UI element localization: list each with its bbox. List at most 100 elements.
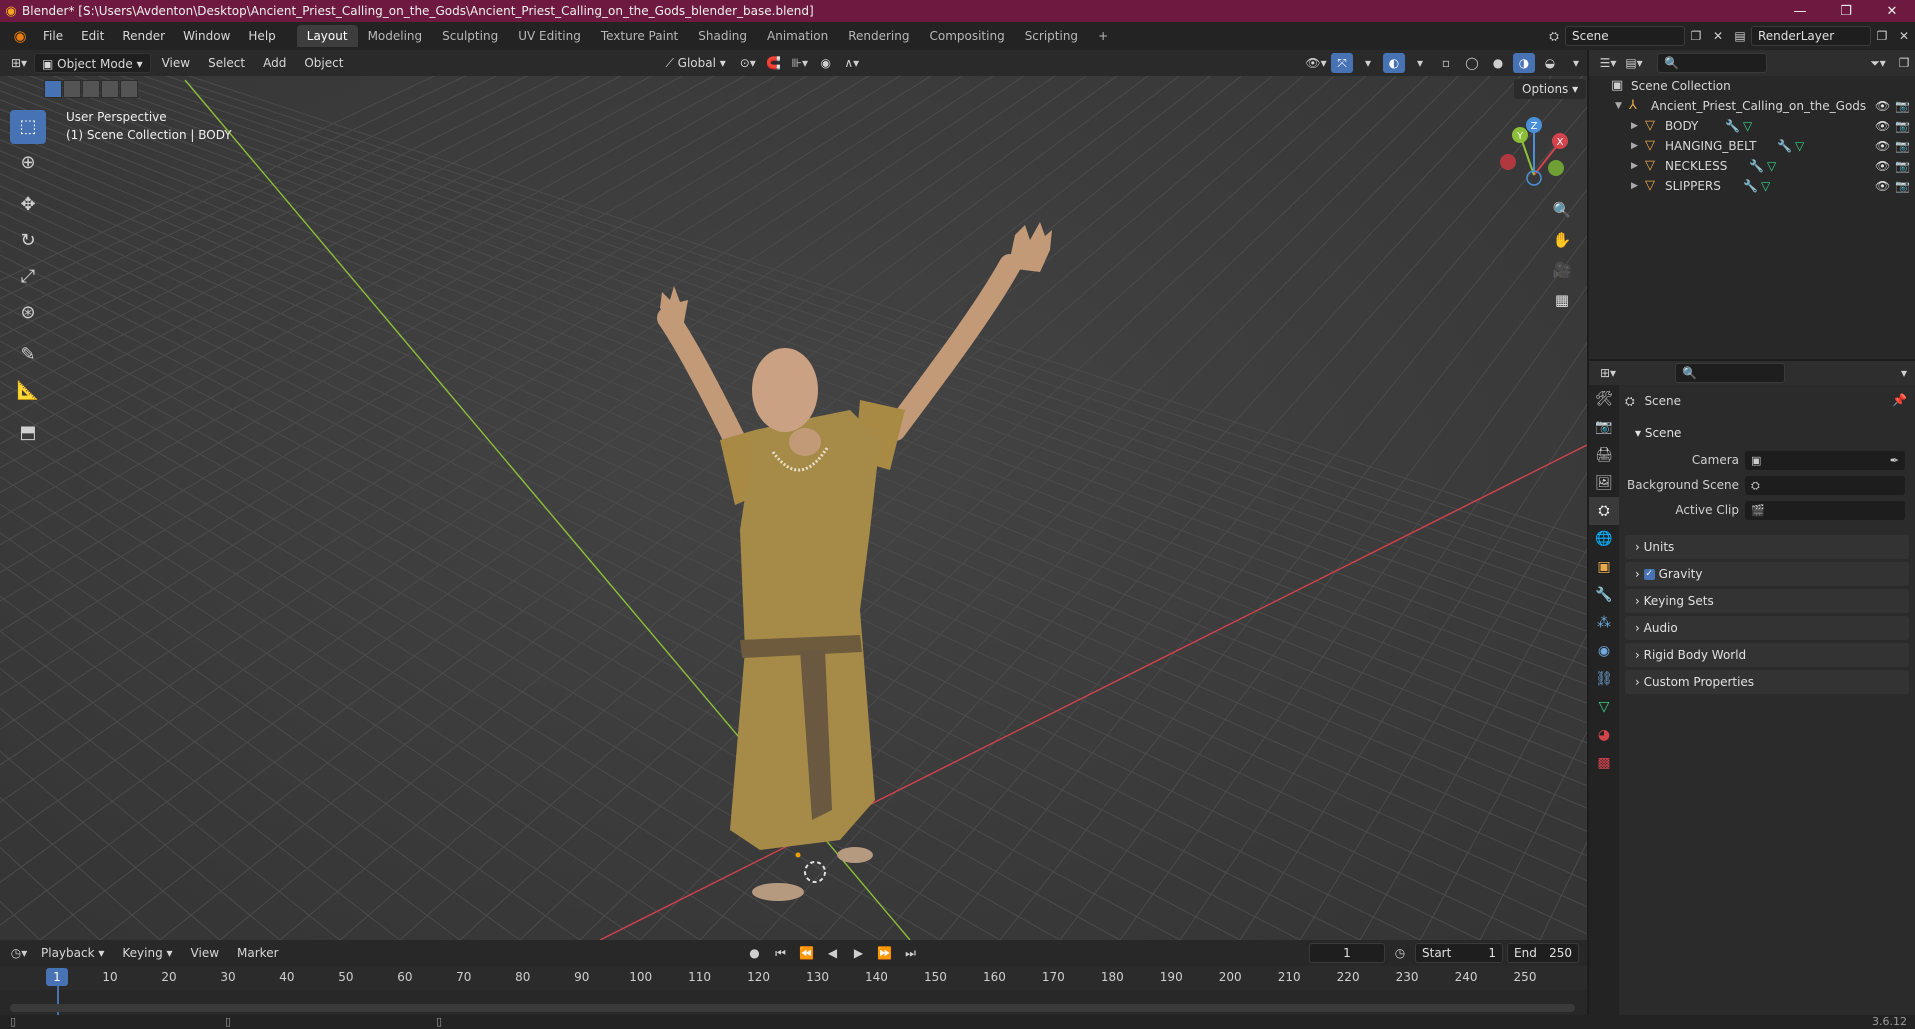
expand-arrow-icon[interactable]: ▶ xyxy=(1631,176,1638,196)
scene-panel-header[interactable]: ▾ Scene xyxy=(1625,421,1909,445)
expand-arrow-icon[interactable]: ▶ xyxy=(1631,136,1638,156)
rigid-body-world-panel-header[interactable]: › Rigid Body World xyxy=(1625,643,1909,667)
particles-tab-icon[interactable]: ⁂ xyxy=(1589,609,1619,637)
ortho-toggle-icon[interactable]: ▦ xyxy=(1548,286,1576,314)
jump-end-icon[interactable]: ⏭ xyxy=(900,943,922,963)
visibility-eye-icon[interactable]: 👁 xyxy=(1875,136,1890,156)
menu-timeline-view[interactable]: View xyxy=(184,943,226,963)
data-tab-icon[interactable]: ▽ xyxy=(1589,693,1619,721)
options-button[interactable]: Options ▾ xyxy=(1514,79,1587,99)
falloff-icon[interactable]: ∧▾ xyxy=(841,53,863,73)
menu-render[interactable]: Render xyxy=(113,22,174,50)
select-box-tool-icon[interactable]: ⬚ xyxy=(10,110,46,144)
tab-modeling[interactable]: Modeling xyxy=(358,25,433,47)
new-layer-icon[interactable]: ❐ xyxy=(1871,26,1893,46)
menu-object[interactable]: Object xyxy=(297,53,350,73)
object-mode-selector[interactable]: ▣ Object Mode ▾ xyxy=(34,53,151,73)
move-tool-icon[interactable]: ✥ xyxy=(10,188,46,222)
tab-animation[interactable]: Animation xyxy=(757,25,838,47)
end-frame-field[interactable]: End 250 xyxy=(1507,943,1579,963)
visibility-eye-icon[interactable]: 👁 xyxy=(1875,176,1890,196)
select-subtract-icon[interactable] xyxy=(82,80,100,98)
pin-icon[interactable]: 📌 xyxy=(1892,393,1907,407)
solid-shading-icon[interactable]: ● xyxy=(1487,53,1509,73)
custom-properties-panel-header[interactable]: › Custom Properties xyxy=(1625,670,1909,694)
outliner-item-body[interactable]: ▶ ▽ BODY 🔧 ▽ 👁 📷 xyxy=(1589,116,1915,136)
xray-toggle-icon[interactable]: ▫ xyxy=(1435,53,1457,73)
render-layer-icon[interactable]: ▤ xyxy=(1729,26,1751,46)
delete-layer-icon[interactable]: ✕ xyxy=(1893,26,1915,46)
menu-add[interactable]: Add xyxy=(256,53,293,73)
jump-next-key-icon[interactable]: ⏩ xyxy=(874,943,896,963)
visibility-eye-icon[interactable]: 👁 xyxy=(1875,116,1890,136)
timeline-editor-type-icon[interactable]: ◷▾ xyxy=(8,943,30,963)
play-icon[interactable]: ▶ xyxy=(848,943,870,963)
overlay-toggle-icon[interactable]: ◐ xyxy=(1383,53,1405,73)
world-tab-icon[interactable]: 🌐 xyxy=(1589,525,1619,553)
display-mode-icon[interactable]: ▤▾ xyxy=(1623,53,1645,73)
new-collection-icon[interactable]: ❐ xyxy=(1893,53,1915,73)
menu-edit[interactable]: Edit xyxy=(72,22,113,50)
eyedropper-icon[interactable]: ✒ xyxy=(1890,451,1899,470)
new-scene-icon[interactable]: ❐ xyxy=(1685,26,1707,46)
add-cube-tool-icon[interactable]: ⬒ xyxy=(10,416,46,450)
material-shading-icon[interactable]: ◑ xyxy=(1513,53,1535,73)
jump-start-icon[interactable]: ⏮ xyxy=(770,943,792,963)
annotate-tool-icon[interactable]: ✎ xyxy=(10,338,46,372)
select-intersect-icon[interactable] xyxy=(120,80,138,98)
render-layer-selector[interactable]: RenderLayer xyxy=(1751,26,1871,46)
zoom-icon[interactable]: 🔍 xyxy=(1548,196,1576,224)
tool-tab-icon[interactable]: 🛠 xyxy=(1589,385,1619,413)
outliner-item-neckless[interactable]: ▶ ▽ NECKLESS 🔧 ▽ 👁 📷 xyxy=(1589,156,1915,176)
close-button[interactable]: ✕ xyxy=(1869,4,1915,19)
menu-marker[interactable]: Marker xyxy=(230,943,285,963)
audio-panel-header[interactable]: › Audio xyxy=(1625,616,1909,640)
snap-target-icon[interactable]: ⊪▾ xyxy=(789,53,811,73)
keying-sets-panel-header[interactable]: › Keying Sets xyxy=(1625,589,1909,613)
properties-options-icon[interactable]: ▾ xyxy=(1893,363,1915,383)
play-reverse-icon[interactable]: ◀ xyxy=(822,943,844,963)
proportional-edit-icon[interactable]: ◉ xyxy=(815,53,837,73)
start-frame-field[interactable]: Start 1 xyxy=(1415,943,1503,963)
tab-texture-paint[interactable]: Texture Paint xyxy=(591,25,688,47)
tab-rendering[interactable]: Rendering xyxy=(838,25,919,47)
scale-tool-icon[interactable]: ⤢ xyxy=(10,260,46,294)
render-camera-icon[interactable]: 📷 xyxy=(1895,156,1910,176)
gizmo-toggle-icon[interactable]: ⤧ xyxy=(1331,53,1353,73)
pan-hand-icon[interactable]: ✋ xyxy=(1548,226,1576,254)
pivot-point-icon[interactable]: ⊙▾ xyxy=(737,53,759,73)
scene-icon[interactable]: ⛭ xyxy=(1543,26,1565,46)
render-camera-icon[interactable]: 📷 xyxy=(1895,116,1910,136)
tab-sculpting[interactable]: Sculpting xyxy=(432,25,508,47)
render-camera-icon[interactable]: 📷 xyxy=(1895,136,1910,156)
active-clip-field[interactable]: 🎬 xyxy=(1745,501,1905,520)
gizmo-dropdown-icon[interactable]: ▾ xyxy=(1357,53,1379,73)
menu-playback[interactable]: Playback ▾ xyxy=(34,943,111,963)
timeline-scrollbar[interactable] xyxy=(10,1004,1575,1012)
view-layer-tab-icon[interactable]: 🖼 xyxy=(1589,469,1619,497)
visibility-eye-icon[interactable]: 👁 xyxy=(1875,96,1890,116)
maximize-button[interactable]: ❐ xyxy=(1823,4,1869,19)
properties-search-input[interactable]: 🔍 xyxy=(1675,363,1785,383)
menu-help[interactable]: Help xyxy=(239,22,284,50)
menu-select[interactable]: Select xyxy=(201,53,252,73)
measure-tool-icon[interactable]: 📐 xyxy=(10,374,46,408)
constraints-tab-icon[interactable]: ⛓ xyxy=(1589,665,1619,693)
current-frame-indicator[interactable]: 1 xyxy=(46,968,68,986)
select-invert-icon[interactable] xyxy=(101,80,119,98)
scene-tab-icon[interactable]: ⛭ xyxy=(1589,497,1619,525)
rotate-tool-icon[interactable]: ↻ xyxy=(10,224,46,258)
background-scene-field[interactable]: ⛭ xyxy=(1745,476,1905,495)
physics-tab-icon[interactable]: ◉ xyxy=(1589,637,1619,665)
filter-icon[interactable]: ⏷▾ xyxy=(1867,53,1889,73)
overlay-dropdown-icon[interactable]: ▾ xyxy=(1409,53,1431,73)
render-tab-icon[interactable]: 📷 xyxy=(1589,413,1619,441)
expand-arrow-icon[interactable]: ▶ xyxy=(1631,116,1638,136)
minimize-button[interactable]: — xyxy=(1777,4,1823,19)
3d-viewport[interactable]: Z X Y ⊞▾ ▣ Object Mode ▾ View Select Add… xyxy=(0,50,1587,940)
tab-scripting[interactable]: Scripting xyxy=(1015,25,1088,47)
menu-view[interactable]: View xyxy=(155,53,197,73)
gravity-panel-header[interactable]: › ✓ Gravity xyxy=(1625,562,1909,586)
timeline-ruler[interactable]: 10 20 30 40 50 60 70 80 90 100 110 120 130 140 150 160 1… xyxy=(0,966,1587,990)
object-tab-icon[interactable]: ▣ xyxy=(1589,553,1619,581)
